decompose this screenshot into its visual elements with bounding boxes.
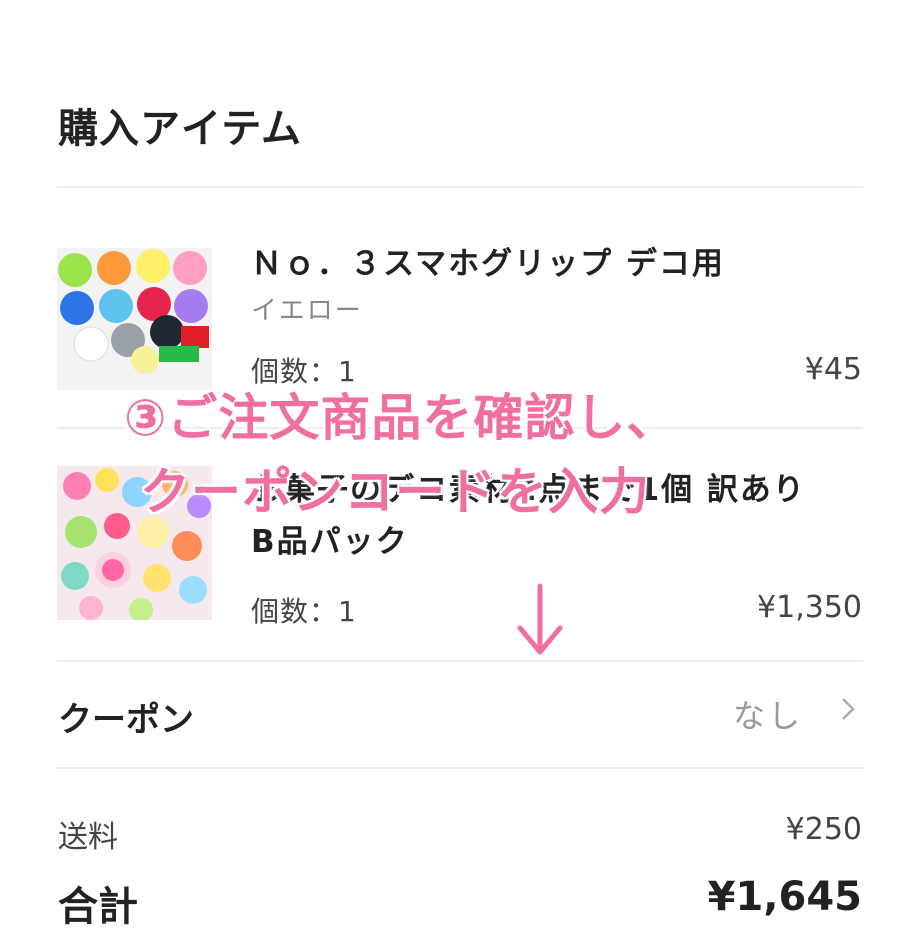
- item-price: ¥1,350: [757, 590, 862, 625]
- instruction-overlay-line-2: クーポンコードを入力: [139, 462, 650, 522]
- item-price: ¥45: [804, 352, 862, 387]
- item-name[interactable]: Ｎｏ．３スマホグリップ デコ用: [251, 238, 725, 290]
- divider: [57, 186, 863, 188]
- item-variant: イエロー: [251, 296, 363, 326]
- shipping-label: 送料: [58, 820, 118, 855]
- item-quantity: 個数：1: [251, 595, 357, 628]
- divider: [57, 767, 863, 769]
- total-label: 合計: [58, 884, 138, 930]
- coupon-label[interactable]: クーポン: [58, 692, 194, 741]
- product-thumbnail[interactable]: [57, 248, 212, 390]
- shipping-value: ¥250: [785, 812, 862, 847]
- down-arrow-icon: [514, 581, 566, 666]
- instruction-overlay-line-1: ③ご注文商品を確認し、: [123, 388, 678, 448]
- coupon-value[interactable]: なし: [733, 691, 803, 737]
- divider: [57, 660, 863, 662]
- page-title: 購入アイテム: [58, 106, 302, 152]
- total-value: ¥1,645: [707, 874, 862, 920]
- grip-colors-image: [57, 248, 212, 390]
- chevron-right-icon[interactable]: [840, 695, 856, 731]
